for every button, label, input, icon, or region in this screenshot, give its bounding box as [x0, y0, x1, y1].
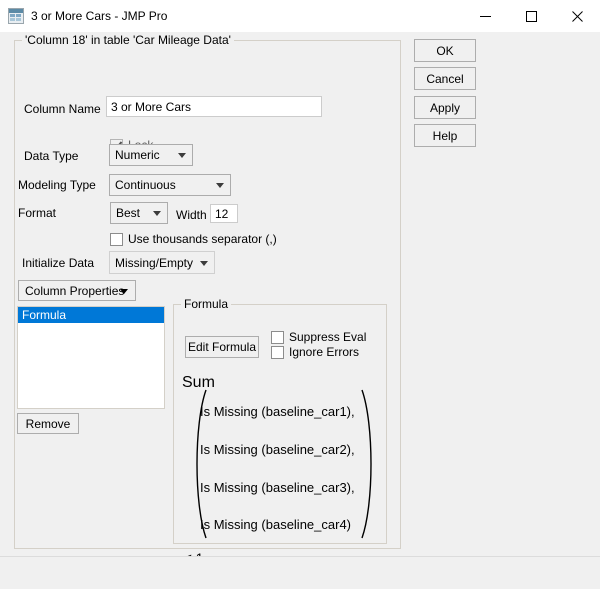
format-value: Best [116, 206, 141, 220]
thousands-separator-label: Use thousands separator (,) [128, 232, 277, 246]
title-bar: 3 or More Cars - JMP Pro [0, 0, 600, 33]
edit-formula-button-label: Edit Formula [187, 340, 257, 354]
column-name-label: Column Name [24, 102, 101, 116]
help-button[interactable]: Help [414, 124, 476, 147]
width-input[interactable] [210, 204, 238, 223]
column-properties-button-label: Column Properties [25, 283, 125, 298]
formula-term: Is Missing (baseline_car2), [200, 442, 355, 457]
chevron-down-icon [153, 211, 161, 216]
initialize-data-value: Missing/Empty [115, 255, 194, 270]
chevron-down-icon [200, 260, 208, 266]
ignore-errors-label: Ignore Errors [289, 345, 360, 359]
cancel-button-label: Cancel [426, 71, 464, 86]
formula-term: Is Missing (baseline_car4) [200, 517, 352, 532]
close-button[interactable] [554, 0, 600, 32]
cancel-button[interactable]: Cancel [414, 67, 476, 90]
status-bar [0, 556, 600, 589]
dialog-client-area: 'Column 18' in table 'Car Mileage Data' … [0, 32, 600, 566]
width-label: Width [176, 208, 207, 222]
column-name-input[interactable] [106, 96, 322, 117]
formula-term: Is Missing (baseline_car3), [200, 480, 355, 495]
format-label: Format [18, 206, 57, 220]
formula-group-legend: Formula [181, 297, 232, 311]
suppress-eval-checkbox-box[interactable] [271, 330, 284, 344]
ignore-errors-checkbox-box[interactable] [271, 345, 284, 359]
minimize-button[interactable] [462, 0, 508, 32]
thousands-separator-checkbox-box[interactable] [110, 232, 123, 246]
help-button-label: Help [432, 128, 458, 143]
chevron-down-icon [216, 183, 224, 188]
column-properties-list[interactable]: Formula [17, 306, 165, 409]
modeling-type-label: Modeling Type [18, 178, 96, 192]
column-properties-button[interactable]: Column Properties [18, 280, 136, 301]
data-type-select[interactable]: Numeric [109, 144, 193, 166]
column-info-group-legend: 'Column 18' in table 'Car Mileage Data' [22, 33, 234, 47]
ok-button-label: OK [436, 43, 454, 58]
edit-formula-button[interactable]: Edit Formula [185, 336, 259, 358]
remove-button[interactable]: Remove [17, 413, 79, 434]
suppress-eval-checkbox[interactable]: Suppress Eval [271, 330, 366, 344]
ignore-errors-checkbox[interactable]: Ignore Errors [271, 345, 359, 359]
apply-button[interactable]: Apply [414, 96, 476, 119]
ok-button[interactable]: OK [414, 39, 476, 62]
apply-button-label: Apply [429, 100, 461, 115]
remove-button-label: Remove [25, 416, 71, 431]
initialize-data-select[interactable]: Missing/Empty [109, 251, 215, 274]
initialize-data-label: Initialize Data [22, 256, 95, 270]
thousands-separator-checkbox[interactable]: Use thousands separator (,) [110, 232, 277, 246]
jmp-app-icon [8, 8, 24, 24]
data-type-label: Data Type [24, 149, 79, 163]
chevron-down-icon [178, 153, 186, 158]
window-title: 3 or More Cars - JMP Pro [31, 9, 168, 23]
maximize-button[interactable] [508, 0, 554, 32]
data-type-value: Numeric [115, 148, 160, 162]
formula-right-paren [358, 388, 380, 542]
format-select[interactable]: Best [110, 202, 168, 224]
suppress-eval-label: Suppress Eval [289, 330, 367, 344]
formula-term: Is Missing (baseline_car1), [200, 404, 355, 419]
modeling-type-value: Continuous [115, 178, 176, 192]
list-item[interactable]: Formula [18, 307, 164, 323]
modeling-type-select[interactable]: Continuous [109, 174, 231, 196]
chevron-down-icon [120, 288, 128, 294]
